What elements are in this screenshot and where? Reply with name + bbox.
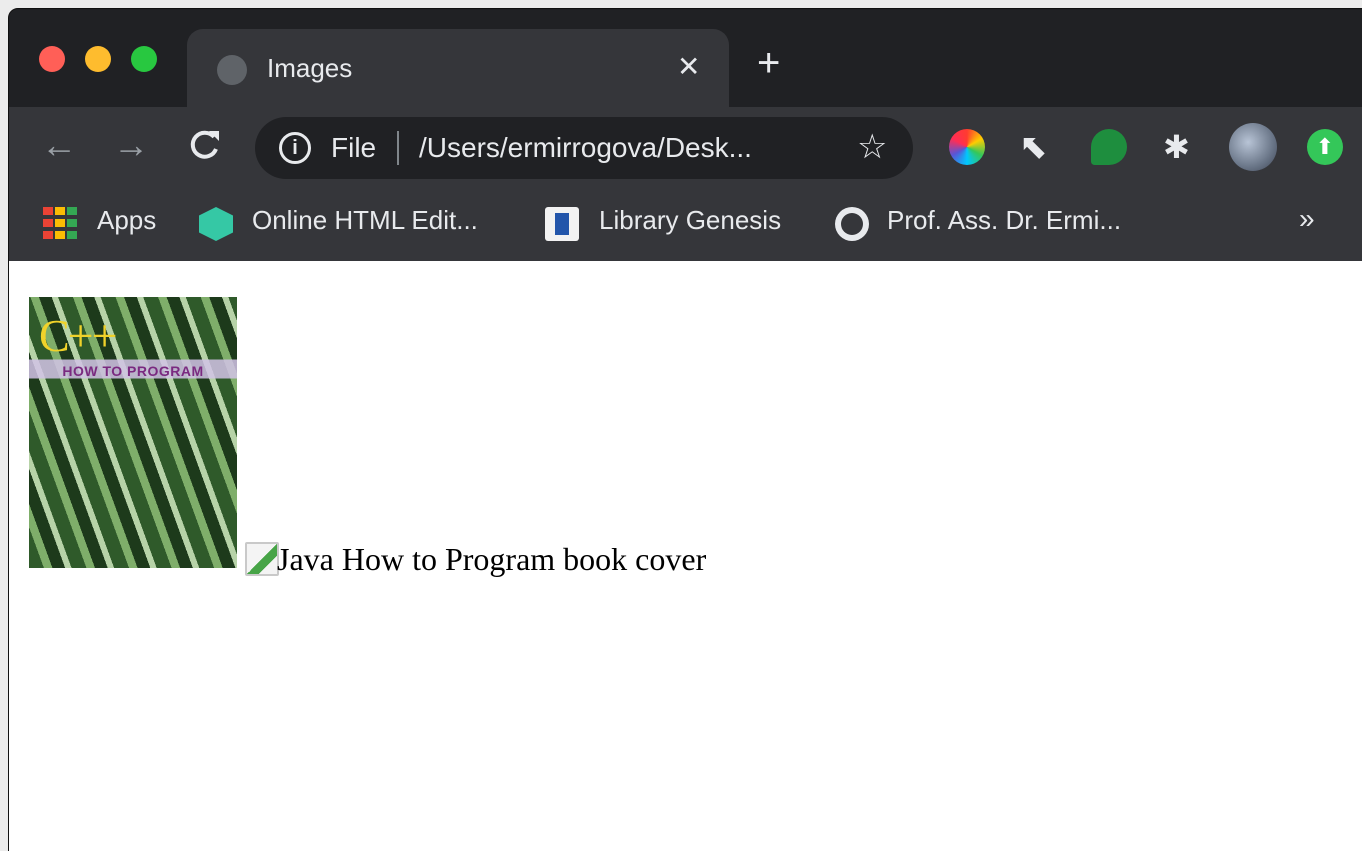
browser-window: Images ✕ + ← → i File /Users/ermirrogova…: [8, 8, 1362, 851]
more-bookmarks-button[interactable]: »: [1299, 203, 1315, 235]
bookmark-online-html-editor[interactable]: Online HTML Edit...: [252, 205, 478, 236]
profile-avatar[interactable]: [1229, 123, 1277, 171]
divider: [397, 131, 399, 165]
image-alt-text: Java How to Program book cover: [277, 540, 707, 577]
upload-icon[interactable]: ⬆: [1307, 129, 1343, 165]
bookmark-star-icon[interactable]: ☆: [857, 127, 887, 167]
globe-icon: [835, 207, 869, 241]
toolbar: ← → i File /Users/ermirrogova/Desk... ☆ …: [9, 107, 1362, 187]
back-button[interactable]: ←: [41, 125, 77, 165]
tab-title: Images: [267, 53, 353, 83]
bookmarks-bar: Apps Online HTML Edit... Library Genesis…: [9, 187, 1362, 261]
color-picker-icon[interactable]: [949, 129, 985, 165]
address-bar[interactable]: i File /Users/ermirrogova/Desk... ☆: [255, 117, 913, 179]
bookmark-apps[interactable]: Apps: [97, 205, 156, 236]
cursor-xy-icon[interactable]: ⬉: [1019, 129, 1055, 165]
broken-image-icon: [245, 542, 279, 576]
reload-button[interactable]: [187, 125, 221, 173]
url-text[interactable]: /Users/ermirrogova/Desk...: [419, 132, 752, 164]
bookmark-library-genesis[interactable]: Library Genesis: [599, 205, 781, 236]
cpp-book-cover-image: C++ HOW TO PROGRAM: [29, 297, 237, 568]
globe-icon: [217, 55, 247, 85]
new-tab-button[interactable]: +: [757, 41, 780, 85]
puzzle-icon[interactable]: ✱: [1163, 129, 1199, 165]
page-content: C++ HOW TO PROGRAM Java How to Program b…: [9, 261, 1362, 851]
zoom-window-button[interactable]: [131, 46, 157, 72]
broken-image: Java How to Program book cover: [245, 539, 706, 579]
html-editor-icon: [199, 207, 233, 241]
close-icon[interactable]: ✕: [677, 49, 700, 85]
library-genesis-icon: [545, 207, 579, 241]
tab-images[interactable]: Images ✕: [187, 29, 729, 109]
cover-subtitle: HOW TO PROGRAM: [62, 363, 204, 379]
info-icon[interactable]: i: [279, 132, 311, 164]
apps-grid-icon: [43, 207, 77, 241]
reload-icon: [190, 130, 219, 159]
forward-button[interactable]: →: [113, 125, 149, 165]
green-chat-icon[interactable]: [1091, 129, 1127, 165]
url-scheme-label: File: [331, 132, 377, 163]
cover-title: C++: [39, 310, 118, 361]
bookmark-prof[interactable]: Prof. Ass. Dr. Ermi...: [887, 205, 1121, 236]
minimize-window-button[interactable]: [85, 46, 111, 72]
tab-strip: Images ✕ +: [9, 9, 1362, 109]
close-window-button[interactable]: [39, 46, 65, 72]
